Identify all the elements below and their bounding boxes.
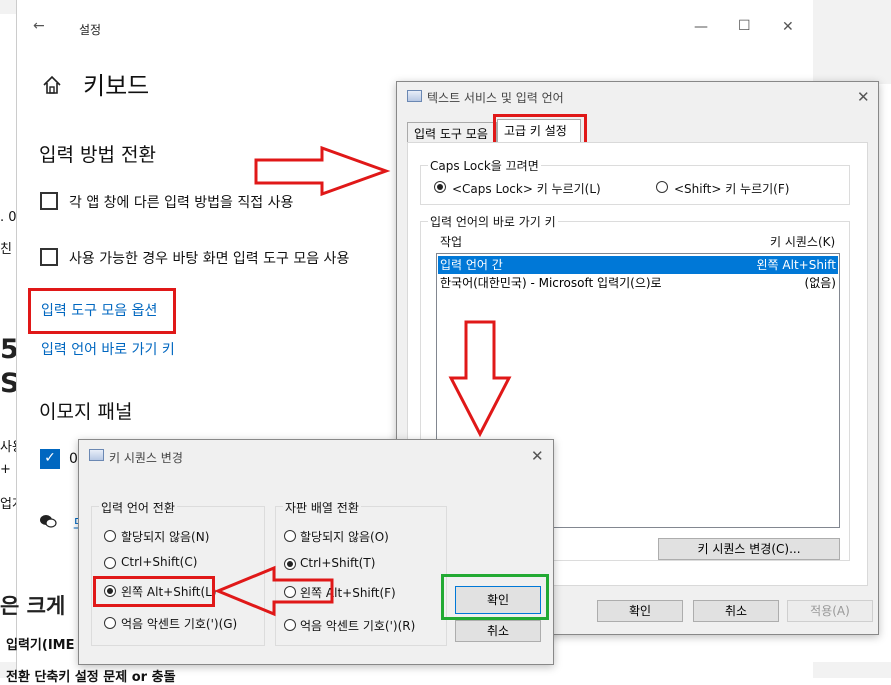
- annotation-arrows: [214, 145, 512, 617]
- annotation-arrow-right: [254, 145, 391, 197]
- annotation-arrow-down: [448, 320, 512, 438]
- annotation-arrow-left: [214, 565, 334, 617]
